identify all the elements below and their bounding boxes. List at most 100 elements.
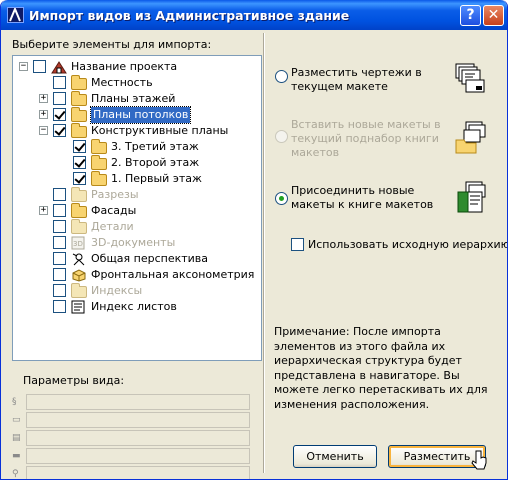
import-tree[interactable]: − Название проекта Местность + Планы этажей +… [12, 55, 262, 361]
name-icon: ▭ [12, 415, 21, 425]
tree-checkbox[interactable] [53, 188, 66, 201]
tree-item-label[interactable]: Общая перспектива [91, 251, 208, 267]
folder-icon [91, 171, 107, 186]
radio-insert-layouts[interactable] [275, 130, 288, 143]
select-elements-label: Выберите элементы для импорта: [12, 38, 212, 51]
view-param-field[interactable] [26, 466, 250, 479]
tree-checkbox[interactable] [53, 220, 66, 233]
folder-icon [71, 187, 87, 202]
tree-checkbox[interactable] [53, 284, 66, 297]
collapse-icon[interactable]: − [19, 62, 28, 71]
view-param-field[interactable] [26, 448, 250, 464]
id-icon: § [12, 397, 17, 407]
tree-item-label[interactable]: 3D-документы [91, 235, 175, 251]
tree-item-label[interactable]: Местность [91, 75, 153, 91]
keep-hierarchy-checkbox[interactable] [291, 238, 304, 251]
keep-hierarchy-label[interactable]: Использовать исходную иерархию [308, 238, 507, 251]
tree-item-label[interactable]: Индекс листов [91, 299, 177, 315]
tree-row[interactable]: 3D 3D-документы [13, 235, 261, 251]
import-views-dialog: Импорт видов из Административное здание … [0, 0, 508, 480]
tree-checkbox[interactable] [53, 268, 66, 281]
view-param-field[interactable] [26, 430, 250, 446]
tree-item-label[interactable]: Конструктивные планы [91, 123, 228, 139]
layer-icon: ▤ [12, 433, 21, 443]
tree-checkbox[interactable] [53, 204, 66, 217]
radio-attach-layouts[interactable] [275, 192, 288, 205]
note-text: Примечание: После импорта элементов из э… [274, 325, 488, 411]
radio-place-drawings[interactable] [275, 70, 288, 83]
folder-icon [71, 283, 87, 298]
folder-icon [71, 75, 87, 90]
mouse-cursor-icon [471, 450, 487, 472]
tree-checkbox[interactable] [53, 108, 66, 121]
tree-row[interactable]: Местность [13, 75, 261, 91]
panel-divider [263, 33, 265, 473]
archicad-app-icon [7, 7, 24, 23]
expand-icon[interactable]: + [39, 110, 48, 119]
3d-document-icon: 3D [71, 236, 87, 250]
tree-item-label[interactable]: Фронтальная аксонометрия [91, 267, 254, 283]
window-title: Импорт видов из Административное здание [29, 8, 350, 23]
tree-checkbox[interactable] [33, 60, 46, 73]
tree-row[interactable]: 1. Первый этаж [13, 171, 261, 187]
option-place-drawings-label[interactable]: Разместить чертежи в текущем макете [291, 66, 441, 94]
title-bar[interactable]: Импорт видов из Административное здание … [1, 0, 507, 30]
option-insert-layouts-label[interactable]: Вставить новые макеты в текущий поднабор… [291, 118, 441, 160]
tree-checkbox[interactable] [53, 300, 66, 313]
tree-row[interactable]: − Название проекта [13, 59, 261, 75]
tree-row[interactable]: Индекс листов [13, 299, 261, 315]
project-icon [51, 60, 67, 74]
folder-icon [71, 91, 87, 106]
folder-icon [91, 155, 107, 170]
tree-row[interactable]: Разрезы [13, 187, 261, 203]
tree-item-label[interactable]: 1. Первый этаж [111, 171, 202, 187]
tree-row[interactable]: 3. Третий этаж [13, 139, 261, 155]
tree-row[interactable]: Фронтальная аксонометрия [13, 267, 261, 283]
expand-icon[interactable]: + [39, 206, 48, 215]
tree-checkbox[interactable] [53, 252, 66, 265]
tree-item-label[interactable]: Планы этажей [91, 91, 175, 107]
tree-row[interactable]: − Конструктивные планы [13, 123, 261, 139]
expand-icon[interactable]: + [39, 94, 48, 103]
tree-row[interactable]: + Планы потолков [13, 106, 261, 124]
tree-checkbox[interactable] [53, 236, 66, 249]
svg-text:3D: 3D [73, 240, 83, 248]
tree-item-label[interactable]: 2. Второй этаж [111, 155, 199, 171]
view-param-field[interactable] [26, 412, 250, 428]
tree-item-label[interactable]: Название проекта [71, 59, 177, 75]
help-button[interactable]: ? [460, 5, 481, 26]
tree-row[interactable]: + Фасады [13, 203, 261, 219]
insert-layouts-icon [454, 120, 486, 154]
sheet-index-icon [71, 300, 87, 314]
tree-row[interactable]: Общая перспектива [13, 251, 261, 267]
tree-row[interactable]: 2. Второй этаж [13, 155, 261, 171]
folder-icon [71, 203, 87, 218]
tree-item-label[interactable]: Индексы [91, 283, 142, 299]
tree-item-label[interactable]: Планы потолков [89, 106, 192, 124]
tree-item-label[interactable]: 3. Третий этаж [111, 139, 199, 155]
tree-item-label[interactable]: Детали [91, 219, 134, 235]
tree-checkbox[interactable] [53, 76, 66, 89]
folder-icon [71, 107, 87, 122]
tree-item-label[interactable]: Разрезы [91, 187, 139, 203]
tree-checkbox[interactable] [53, 124, 66, 137]
collapse-icon[interactable]: − [39, 126, 48, 135]
axonometry-icon [71, 268, 87, 282]
view-params-label: Параметры вида: [23, 374, 125, 387]
option-attach-layouts-label[interactable]: Присоединить новые макеты к книге макето… [291, 184, 441, 212]
place-drawings-icon [454, 62, 486, 94]
scale-icon: ▬ [12, 451, 21, 461]
folder-icon [91, 139, 107, 154]
close-button[interactable]: ✕ [483, 5, 504, 26]
cancel-button[interactable]: Отменить [293, 445, 377, 468]
tree-row[interactable]: Индексы [13, 283, 261, 299]
tree-checkbox[interactable] [73, 140, 86, 153]
tree-item-label[interactable]: Фасады [91, 203, 136, 219]
tree-checkbox[interactable] [73, 156, 86, 169]
view-param-field[interactable] [26, 394, 250, 410]
tree-row[interactable]: Детали [13, 219, 261, 235]
tree-checkbox[interactable] [73, 172, 86, 185]
tree-row[interactable]: + Планы этажей [13, 91, 261, 107]
tree-checkbox[interactable] [53, 92, 66, 105]
folder-icon [71, 123, 87, 138]
